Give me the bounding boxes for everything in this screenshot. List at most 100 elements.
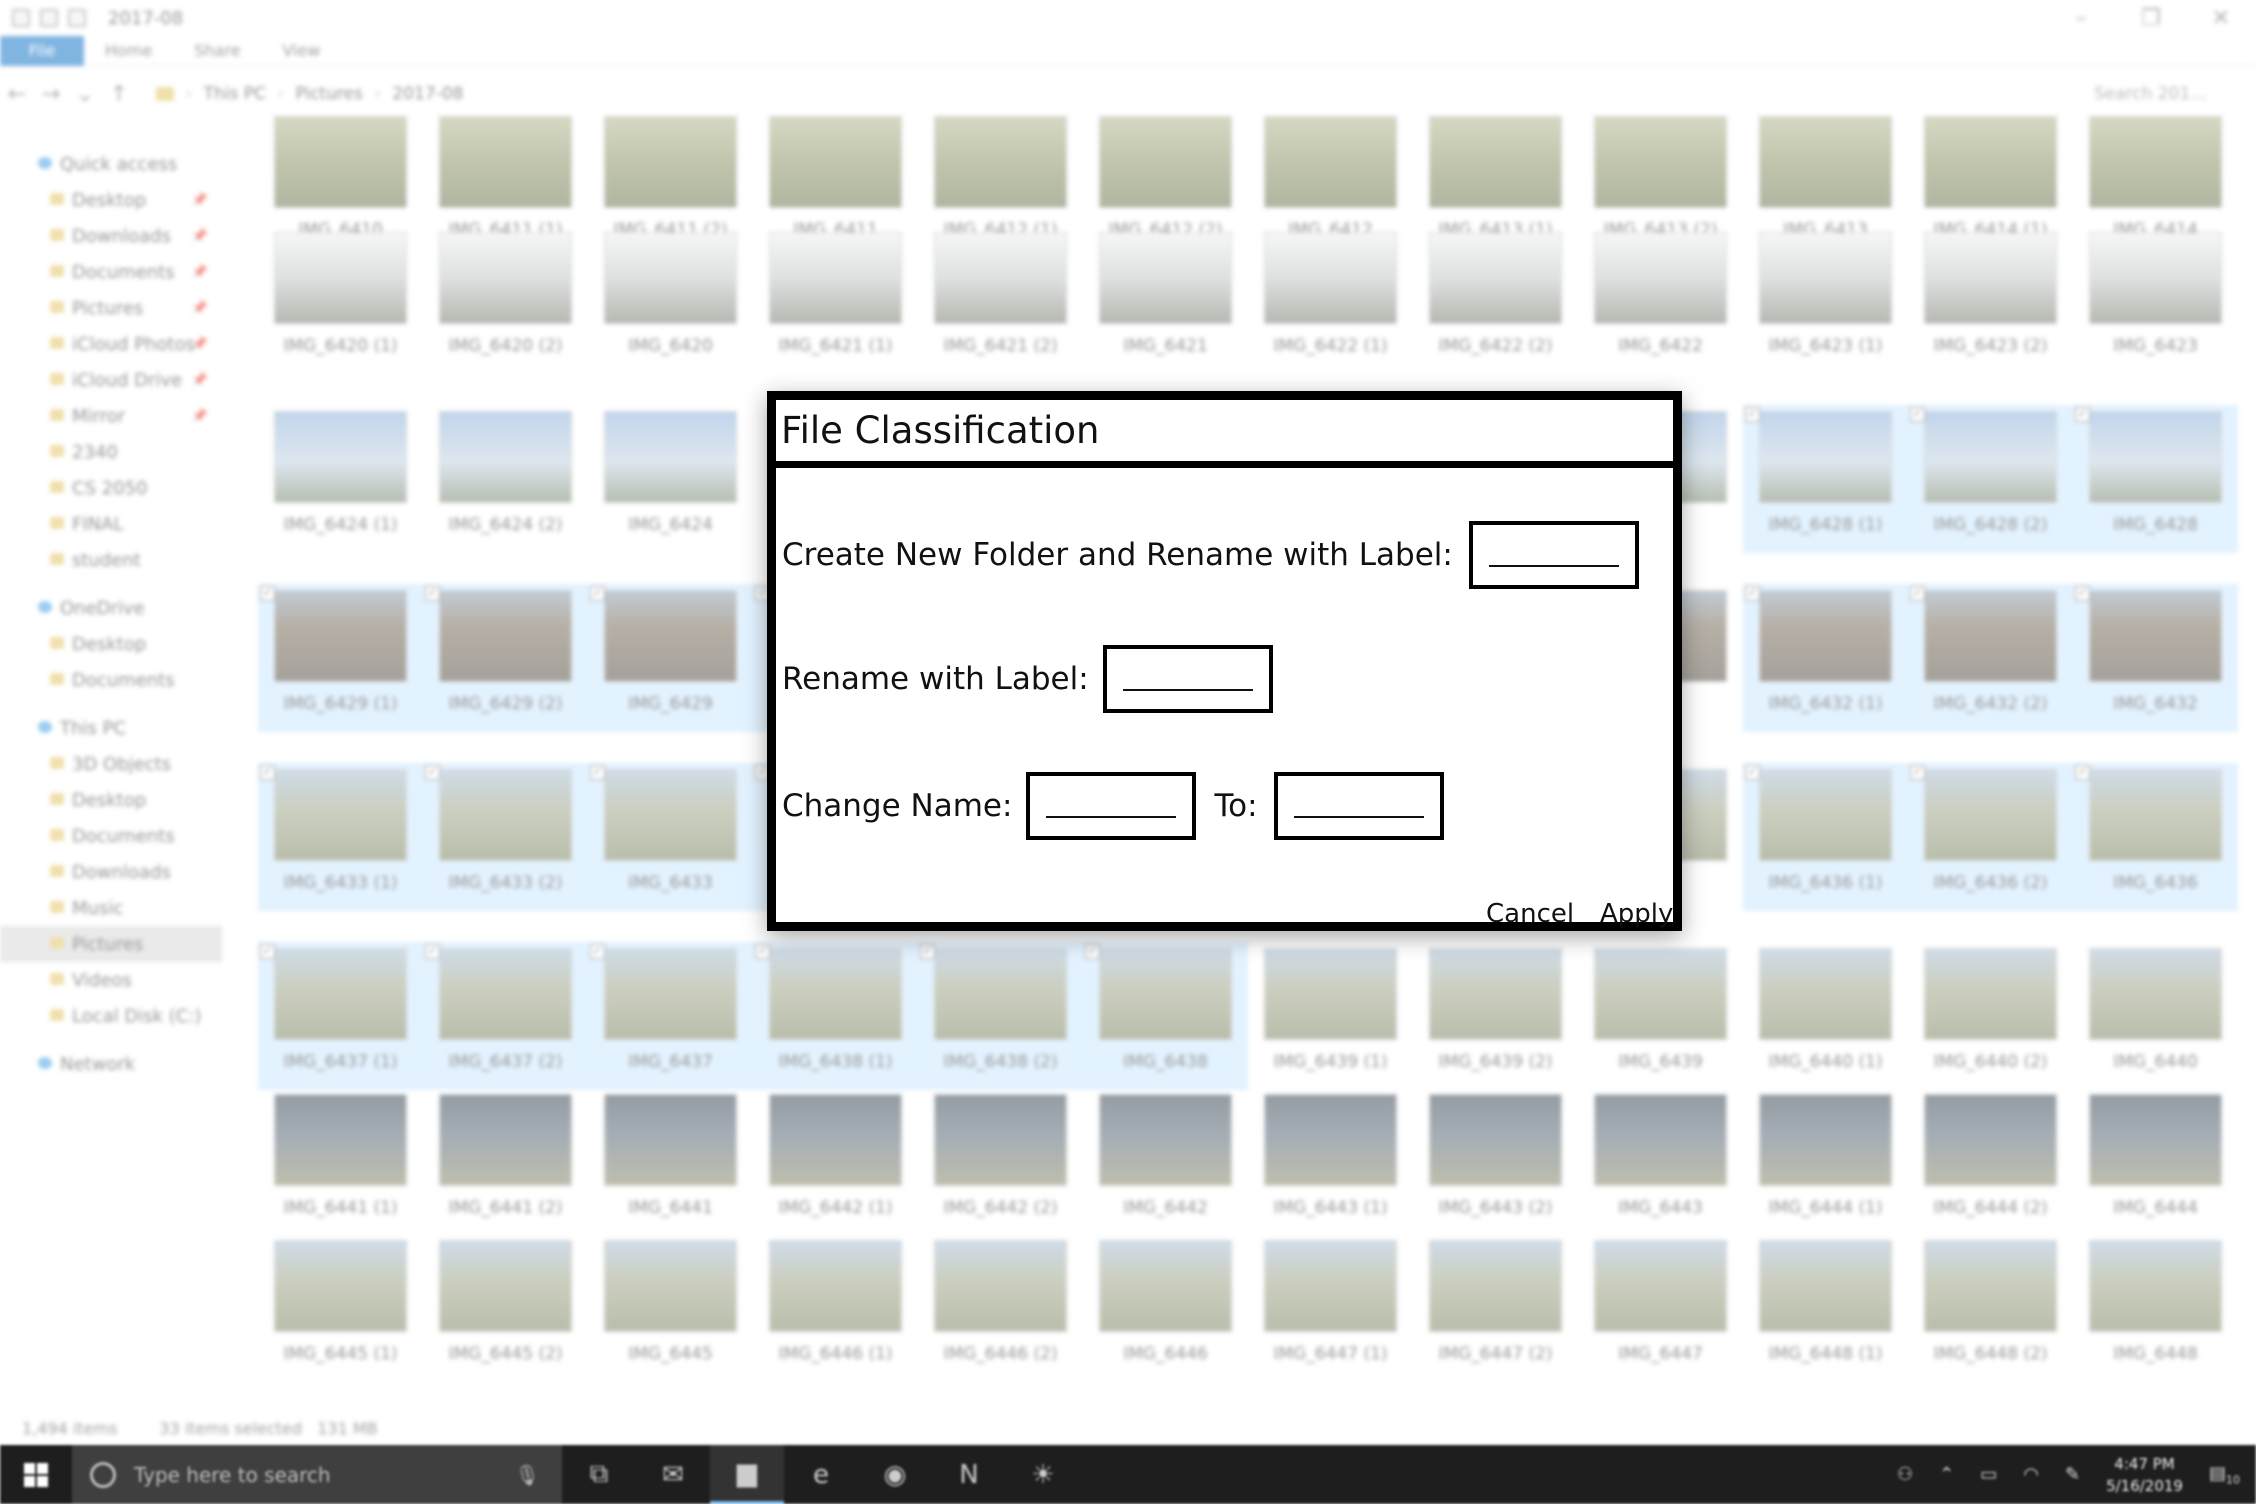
file-item[interactable]: ✓ IMG_6438 (2) — [918, 942, 1083, 1090]
selection-checkbox[interactable]: ✓ — [425, 586, 440, 601]
file-item[interactable]: IMG_6439 — [1578, 942, 1743, 1090]
file-item[interactable]: IMG_6448 (1) — [1743, 1234, 1908, 1382]
breadcrumb-2017-08[interactable]: 2017-08 — [392, 84, 463, 104]
breadcrumb-this-pc[interactable]: This PC — [204, 84, 266, 104]
tab-home[interactable]: Home — [84, 36, 173, 66]
sidebar-item[interactable]: FINAL — [0, 506, 222, 542]
file-item[interactable]: IMG_6446 (1) — [753, 1234, 918, 1382]
file-item[interactable]: IMG_6420 (1) — [258, 226, 423, 374]
tab-share[interactable]: Share — [173, 36, 261, 66]
selection-checkbox[interactable]: ✓ — [590, 765, 605, 780]
file-item[interactable]: IMG_6421 — [1083, 226, 1248, 374]
selection-checkbox[interactable]: ✓ — [1910, 407, 1925, 422]
sidebar-item[interactable]: Local Disk (C:) — [0, 998, 222, 1034]
minimize-button[interactable]: – — [2046, 0, 2116, 36]
file-item[interactable]: ✓ IMG_6428 — [2073, 405, 2238, 553]
file-item[interactable]: IMG_6441 (1) — [258, 1088, 423, 1236]
selection-checkbox[interactable]: ✓ — [260, 586, 275, 601]
sidebar-item[interactable]: Quick access — [0, 146, 222, 182]
sidebar-item[interactable]: Music — [0, 890, 222, 926]
recent-locations-icon[interactable]: ⌄ — [68, 82, 102, 107]
sidebar-item[interactable]: iCloud Photos 📌 — [0, 326, 222, 362]
selection-checkbox[interactable]: ✓ — [2075, 765, 2090, 780]
file-explorer-icon[interactable]: ▆ — [710, 1445, 784, 1504]
taskbar-search[interactable]: Type here to search 🎙 — [72, 1445, 562, 1504]
selection-checkbox[interactable]: ✓ — [2075, 586, 2090, 601]
file-item[interactable]: IMG_6440 — [2073, 942, 2238, 1090]
create-folder-label-input[interactable] — [1468, 521, 1639, 589]
start-button[interactable] — [0, 1445, 72, 1504]
file-item[interactable]: IMG_6424 (1) — [258, 405, 423, 553]
sidebar-item[interactable]: Pictures 📌 — [0, 290, 222, 326]
file-item[interactable]: ✓ IMG_6436 (2) — [1908, 763, 2073, 911]
file-item[interactable]: ✓ IMG_6433 (1) — [258, 763, 423, 911]
file-item[interactable]: ✓ IMG_6429 (2) — [423, 584, 588, 732]
selection-checkbox[interactable]: ✓ — [1745, 765, 1760, 780]
new-folder-icon[interactable] — [68, 9, 86, 27]
sidebar-item[interactable]: iCloud Drive 📌 — [0, 362, 222, 398]
selection-checkbox[interactable]: ✓ — [260, 944, 275, 959]
properties-icon[interactable] — [40, 9, 58, 27]
sidebar-item[interactable]: Mirror 📌 — [0, 398, 222, 434]
file-item[interactable]: IMG_6422 (2) — [1413, 226, 1578, 374]
selection-checkbox[interactable]: ✓ — [920, 944, 935, 959]
task-view-icon[interactable]: ⧉ — [562, 1445, 636, 1504]
back-arrow-icon[interactable]: ← — [0, 82, 34, 107]
file-item[interactable]: IMG_6447 (2) — [1413, 1234, 1578, 1382]
chevron-up-icon[interactable]: ⌃ — [1939, 1464, 1954, 1485]
wifi-icon[interactable]: ◠ — [2023, 1464, 2039, 1485]
file-item[interactable]: IMG_6424 (2) — [423, 405, 588, 553]
sidebar-item[interactable]: This PC — [0, 710, 222, 746]
file-item[interactable]: IMG_6421 (2) — [918, 226, 1083, 374]
up-arrow-icon[interactable]: ↑ — [102, 82, 136, 107]
file-item[interactable]: IMG_6441 (2) — [423, 1088, 588, 1236]
file-item[interactable]: IMG_6424 — [588, 405, 753, 553]
search-input[interactable]: Search 201... — [2094, 78, 2234, 110]
cancel-button[interactable]: Cancel — [1486, 899, 1574, 929]
sidebar-item[interactable]: student — [0, 542, 222, 578]
file-item[interactable]: ✓ IMG_6437 — [588, 942, 753, 1090]
file-item[interactable]: IMG_6444 — [2073, 1088, 2238, 1236]
chrome-icon[interactable]: ◉ — [858, 1445, 932, 1504]
sidebar-item[interactable]: CS 2050 — [0, 470, 222, 506]
file-item[interactable]: IMG_6447 — [1578, 1234, 1743, 1382]
file-item[interactable]: IMG_6423 (1) — [1743, 226, 1908, 374]
file-item[interactable]: IMG_6446 — [1083, 1234, 1248, 1382]
pen-icon[interactable]: ✎ — [2065, 1464, 2080, 1485]
selection-checkbox[interactable]: ✓ — [1910, 765, 1925, 780]
sidebar-item[interactable]: Videos — [0, 962, 222, 998]
file-item[interactable]: ✓ IMG_6432 (2) — [1908, 584, 2073, 732]
selection-checkbox[interactable]: ✓ — [1745, 586, 1760, 601]
file-item[interactable]: IMG_6445 (1) — [258, 1234, 423, 1382]
selection-checkbox[interactable]: ✓ — [755, 944, 770, 959]
file-item[interactable]: ✓ IMG_6432 — [2073, 584, 2238, 732]
file-item[interactable]: IMG_6448 (2) — [1908, 1234, 2073, 1382]
sidebar-item[interactable]: Downloads 📌 — [0, 218, 222, 254]
battery-icon[interactable]: ▭ — [1980, 1464, 1997, 1485]
sidebar-item[interactable]: Desktop 📌 — [0, 182, 222, 218]
weather-icon[interactable]: ☀ — [1006, 1445, 1080, 1504]
file-item[interactable]: IMG_6422 — [1578, 226, 1743, 374]
selection-checkbox[interactable]: ✓ — [1910, 586, 1925, 601]
sidebar-item[interactable]: Network — [0, 1046, 222, 1082]
breadcrumb[interactable]: › This PC › Pictures › 2017-08 — [156, 84, 463, 104]
file-item[interactable]: IMG_6446 (2) — [918, 1234, 1083, 1382]
rename-label-input[interactable] — [1102, 645, 1273, 713]
file-item[interactable]: IMG_6423 (2) — [1908, 226, 2073, 374]
edge-icon[interactable]: e — [784, 1445, 858, 1504]
file-item[interactable]: IMG_6439 (1) — [1248, 942, 1413, 1090]
file-item[interactable]: IMG_6445 (2) — [423, 1234, 588, 1382]
file-item[interactable]: IMG_6448 — [2073, 1234, 2238, 1382]
file-item[interactable]: IMG_6439 (2) — [1413, 942, 1578, 1090]
tab-file[interactable]: File — [0, 35, 84, 66]
file-item[interactable]: ✓ IMG_6438 — [1083, 942, 1248, 1090]
netflix-icon[interactable]: N — [932, 1445, 1006, 1504]
file-item[interactable]: IMG_6444 (1) — [1743, 1088, 1908, 1236]
sidebar-item[interactable]: Desktop — [0, 782, 222, 818]
file-item[interactable]: IMG_6442 — [1083, 1088, 1248, 1236]
file-item[interactable]: IMG_6443 — [1578, 1088, 1743, 1236]
breadcrumb-pictures[interactable]: Pictures — [295, 84, 362, 104]
file-item[interactable]: ✓ IMG_6437 (2) — [423, 942, 588, 1090]
notification-icon[interactable]: ▤10 — [2209, 1463, 2240, 1487]
clock[interactable]: 4:47 PM 5/16/2019 — [2106, 1453, 2183, 1497]
